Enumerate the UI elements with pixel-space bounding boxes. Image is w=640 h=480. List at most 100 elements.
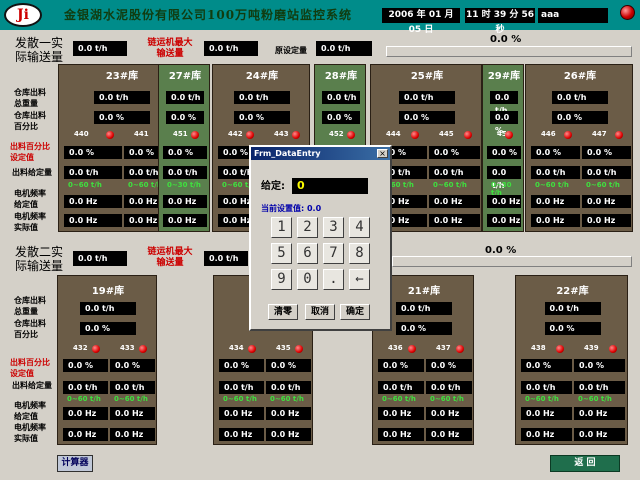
freq-actual-value: 0.0 Hz <box>163 214 207 227</box>
given-label: 给定: <box>261 181 285 192</box>
freq-setpoint-value: 0.0 Hz <box>219 407 264 420</box>
feeder-id: 439 <box>584 344 599 352</box>
out-setpoint-value: 0.0 t/h <box>426 381 472 394</box>
line1-actual-value: 0.0 t/h <box>73 41 127 56</box>
out-setpoint-value: 0.0 t/h <box>429 166 480 179</box>
tank-panel: 29#库0.0 t/h0.0 %4530.0 %0.0 t/h0~30 t/h0… <box>482 64 524 232</box>
freq-setpoint-value: 0.0 Hz <box>582 195 631 208</box>
pct-setpoint-input[interactable]: 0.0 % <box>163 146 207 159</box>
line2-actual-value: 0.0 t/h <box>73 251 127 266</box>
tank-panel: 22#库 0.0 t/h 0.0 % 438 0.0 % 0.0 t/h 0~60 t/h 0… <box>515 275 628 445</box>
feeder-status-icon <box>411 131 419 139</box>
app-title: 金银湖水泥股份有限公司100万吨粉磨站监控系统 <box>64 8 353 22</box>
pct-setpoint-input[interactable]: 0.0 % <box>531 146 580 159</box>
feeder-status-icon <box>556 345 564 353</box>
label-weight-top: 仓库出料总重量 <box>14 88 46 108</box>
tank-weight-value: 0.0 t/h <box>80 302 136 315</box>
key-2[interactable]: 2 <box>297 217 318 238</box>
calculator-button[interactable]: 计算器 <box>57 455 93 472</box>
range-label: 0~60 t/h <box>430 395 464 403</box>
feeder-id: 443 <box>274 130 289 138</box>
key-8[interactable]: 8 <box>349 243 370 264</box>
tank-name: 22#库 <box>556 286 589 297</box>
pct-setpoint-input[interactable]: 0.0 % <box>429 146 480 159</box>
feeder-id: 452 <box>329 130 344 138</box>
tank-weight-value: 0.0 t/h <box>94 91 150 104</box>
tank-weight-value: 0.0 t/h <box>396 302 452 315</box>
feeder-id: 440 <box>74 130 89 138</box>
freq-setpoint-value: 0.0 Hz <box>266 407 311 420</box>
freq-setpoint-value: 0.0 Hz <box>487 195 521 208</box>
pct-setpoint-input[interactable]: 0.0 % <box>266 359 311 372</box>
range-label: 0~60 t/h <box>535 181 569 189</box>
tank-weight-value: 0.0 t/h <box>166 91 204 104</box>
tank-percent-value: 0.0 % <box>544 322 601 335</box>
key-decimal[interactable]: . <box>323 269 344 290</box>
tank-percent-value: 0.0 % <box>322 111 360 124</box>
range-label: 0~60 t/h <box>270 395 304 403</box>
out-setpoint-value: 0.0 t/h <box>487 166 521 190</box>
out-setpoint-value: 0.0 t/h <box>521 381 572 394</box>
given-input[interactable]: 0 <box>292 178 368 194</box>
line1-chain-label: 链运机最大输送量 <box>147 38 193 59</box>
line2-chain-label: 链运机最大输送量 <box>147 247 193 268</box>
alarm-indicator-icon[interactable] <box>620 5 635 20</box>
close-icon[interactable]: × <box>377 149 388 158</box>
freq-actual-value: 0.0 Hz <box>64 214 122 227</box>
freq-setpoint-value: 0.0 Hz <box>521 407 572 420</box>
back-button[interactable]: 返 回 <box>550 455 620 472</box>
key-7[interactable]: 7 <box>323 243 344 264</box>
pct-setpoint-input[interactable]: 0.0 % <box>63 359 108 372</box>
clear-button[interactable]: 清零 <box>268 304 298 320</box>
tank-percent-value: 0.0 % <box>166 111 204 124</box>
feeder-id: 437 <box>436 344 451 352</box>
pct-setpoint-input[interactable]: 0.0 % <box>426 359 472 372</box>
feeder-id: 435 <box>276 344 291 352</box>
feeder-id: 451 <box>173 130 188 138</box>
tank-panel: 27#库 0.0 t/h 0.0 % 451 0.0 % 0.0 t/h 0~30 t/h 0… <box>158 64 210 232</box>
pct-setpoint-input[interactable]: 0.0 % <box>64 146 122 159</box>
pct-setpoint-input[interactable]: 0.0 % <box>378 359 424 372</box>
freq-actual-value: 0.0 Hz <box>426 428 472 441</box>
line2-chain-value: 0.0 t/h <box>204 251 248 266</box>
line1-chain-value: 0.0 t/h <box>204 41 258 56</box>
feeder-status-icon <box>505 131 513 139</box>
cancel-button[interactable]: 取消 <box>305 304 335 320</box>
feeder-status-icon <box>139 345 147 353</box>
pct-setpoint-input[interactable]: 0.0 % <box>110 359 155 372</box>
label-freqset-bottom: 电机频率给定值 <box>14 401 46 421</box>
feeder-id: 447 <box>592 130 607 138</box>
pct-setpoint-input[interactable]: 0.0 % <box>582 146 631 159</box>
key-3[interactable]: 3 <box>323 217 344 238</box>
pct-setpoint-input[interactable]: 0.0 % <box>219 359 264 372</box>
date-display: 2006 年 01 月 05 日 <box>382 8 460 35</box>
time-display: 11 时 39 分 56 秒 <box>465 8 535 35</box>
pct-setpoint-input[interactable]: 0.0 % <box>574 359 625 372</box>
key-5[interactable]: 5 <box>271 243 292 264</box>
key-1[interactable]: 1 <box>271 217 292 238</box>
ok-button[interactable]: 确定 <box>340 304 370 320</box>
tank-percent-value: 0.0 % <box>399 111 455 124</box>
backspace-icon[interactable]: ← <box>349 269 370 290</box>
key-9[interactable]: 9 <box>271 269 292 290</box>
pct-setpoint-input[interactable]: 0.0 % <box>521 359 572 372</box>
key-6[interactable]: 6 <box>297 243 318 264</box>
feeder-status-icon <box>609 345 617 353</box>
feeder-status-icon <box>246 131 254 139</box>
label-freqset-top: 电机频率给定值 <box>14 189 46 209</box>
freq-actual-value: 0.0 Hz <box>521 428 572 441</box>
tank-percent-value: 0.0 % <box>552 111 608 124</box>
key-4[interactable]: 4 <box>349 217 370 238</box>
line1-set-value[interactable]: 0.0 t/h <box>316 41 372 56</box>
freq-actual-value: 0.0 Hz <box>266 428 311 441</box>
tank-percent-value: 0.0 % <box>490 111 518 135</box>
feeder-status-icon <box>292 131 300 139</box>
freq-setpoint-value: 0.0 Hz <box>64 195 122 208</box>
key-0[interactable]: 0 <box>297 269 318 290</box>
feeder-id: 444 <box>386 130 401 138</box>
pct-setpoint-input[interactable]: 0.0 % <box>487 146 521 159</box>
range-label: 0~60 t/h <box>128 181 162 189</box>
out-setpoint-value: 0.0 t/h <box>64 166 122 179</box>
tank-weight-value: 0.0 t/h <box>322 91 360 104</box>
tank-percent-value: 0.0 % <box>80 322 136 335</box>
